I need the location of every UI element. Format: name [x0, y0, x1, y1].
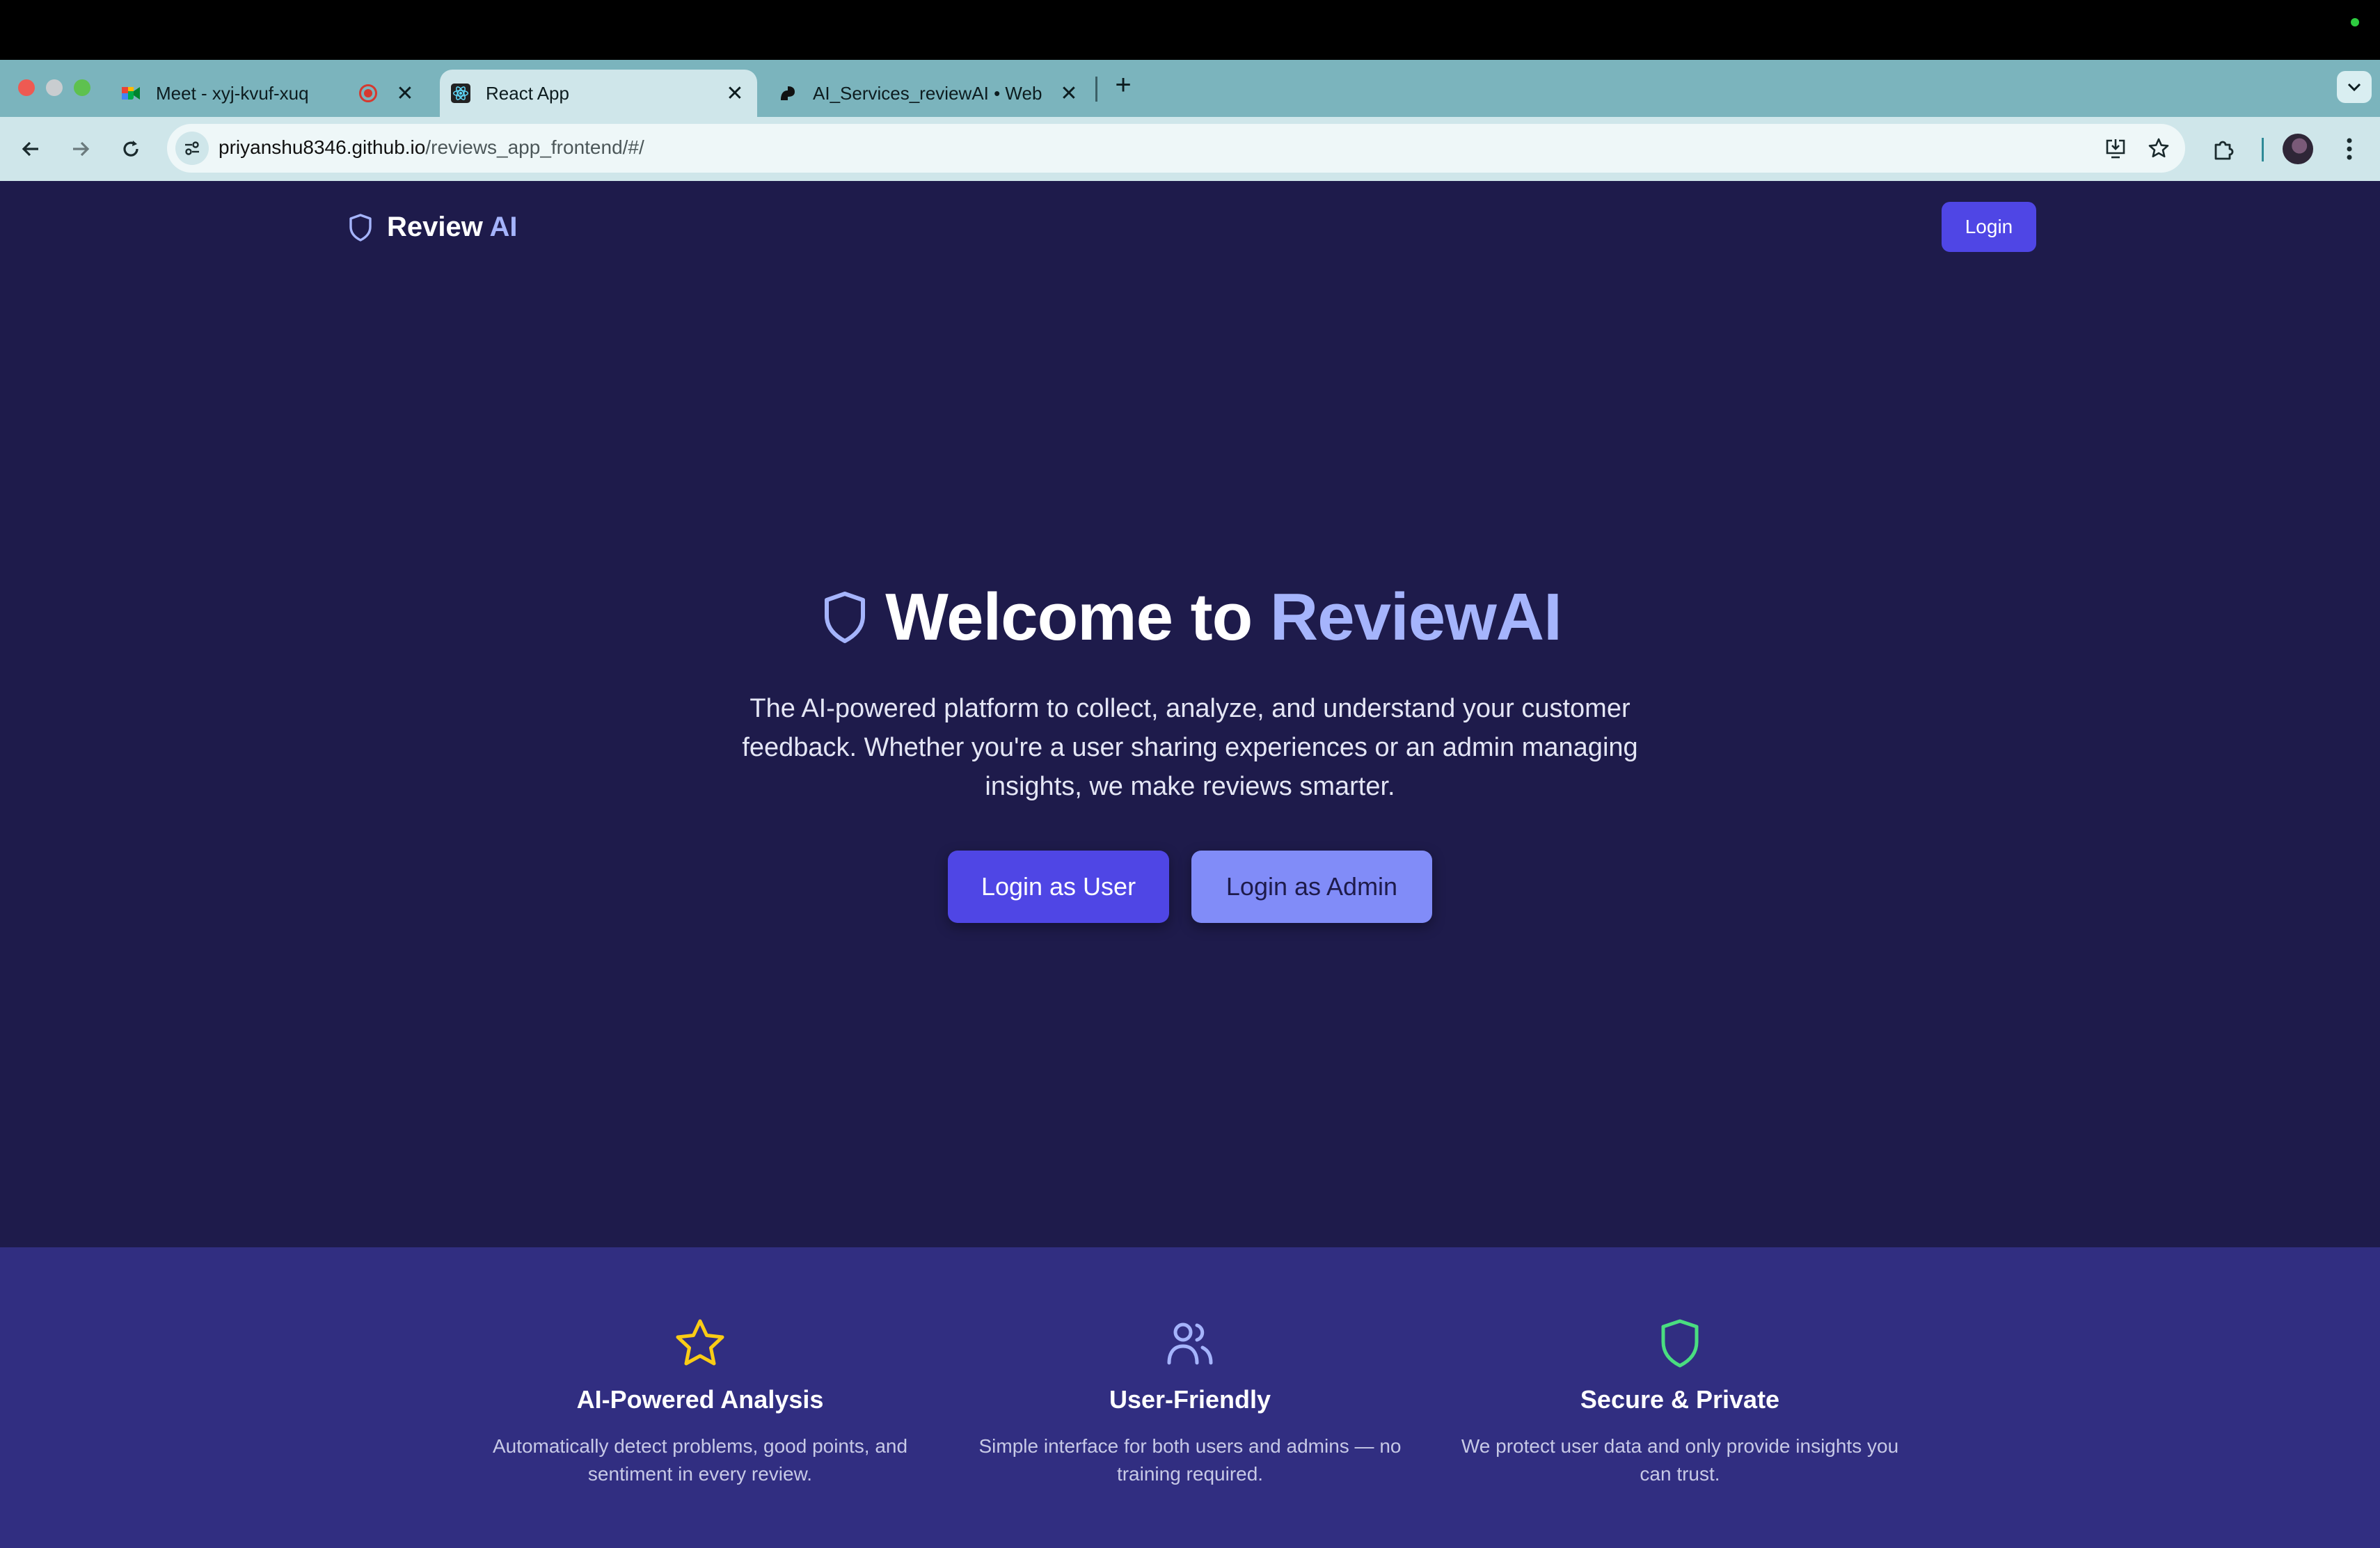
- hero-title: Welcome to ReviewAI: [0, 579, 2380, 656]
- install-app-icon[interactable]: [2103, 136, 2128, 161]
- web-page: Review AI Login Welcome to ReviewAI The …: [0, 181, 2380, 1548]
- feature-card: User-Friendly Simple interface for both …: [960, 1247, 1420, 1488]
- features-section: AI-Powered Analysis Automatically detect…: [0, 1247, 2380, 1548]
- back-icon[interactable]: [14, 132, 47, 166]
- feature-description: We protect user data and only provide in…: [1461, 1435, 1899, 1485]
- feature-description: Simple interface for both users and admi…: [978, 1435, 1402, 1485]
- browser-tab-strip: Meet - xyj-kvuf-xuq ✕ React App ✕ AI_Ser…: [0, 60, 2380, 117]
- forward-icon[interactable]: [64, 132, 97, 166]
- more-menu-icon[interactable]: [2333, 132, 2366, 166]
- tab-close-icon[interactable]: ✕: [392, 81, 418, 106]
- tab-title: Meet - xyj-kvuf-xuq: [156, 82, 309, 104]
- tab-meet[interactable]: Meet - xyj-kvuf-xuq ✕: [114, 70, 427, 117]
- feature-description: Automatically detect problems, good poin…: [492, 1435, 908, 1485]
- feature-title: Secure & Private: [1580, 1385, 1780, 1414]
- users-icon: [1167, 1322, 1213, 1365]
- feature-title: User-Friendly: [1109, 1385, 1271, 1414]
- google-meet-icon: [121, 84, 141, 103]
- hero-actions: Login as User Login as Admin: [0, 851, 2380, 923]
- profile-avatar[interactable]: [2283, 134, 2313, 164]
- site-info-icon[interactable]: [175, 132, 209, 165]
- feature-title: AI-Powered Analysis: [576, 1385, 824, 1414]
- reload-icon[interactable]: [114, 132, 148, 166]
- title-accent: ReviewAI: [1269, 580, 1562, 654]
- tab-close-icon[interactable]: ✕: [1056, 81, 1081, 106]
- window-minimize-button[interactable]: [46, 79, 63, 96]
- hero-subtitle: The AI-powered platform to collect, anal…: [742, 694, 1638, 801]
- tab-ai-services[interactable]: AI_Services_reviewAI • Web ✕: [771, 70, 1091, 117]
- hero-section: Review AI Login Welcome to ReviewAI The …: [0, 181, 2380, 1247]
- shield-icon: [825, 592, 866, 643]
- bookmark-star-icon[interactable]: [2146, 136, 2171, 161]
- brand-name-accent: AI: [489, 212, 518, 242]
- url-path: /reviews_app_frontend/#/: [425, 136, 644, 158]
- url-host: priyanshu8346.github.io: [219, 136, 426, 158]
- tab-search-button[interactable]: [2337, 71, 2372, 103]
- recording-icon: [359, 84, 377, 102]
- feature-card: AI-Powered Analysis Automatically detect…: [470, 1247, 930, 1488]
- tab-divider: [1095, 77, 1097, 102]
- shield-icon: [1661, 1319, 1699, 1368]
- extensions-icon[interactable]: [2207, 132, 2241, 166]
- login-button[interactable]: Login: [1942, 202, 2036, 252]
- page-title: Welcome to ReviewAI: [885, 579, 1562, 656]
- feature-card: Secure & Private We protect user data an…: [1450, 1247, 1910, 1488]
- login-as-admin-button[interactable]: Login as Admin: [1191, 851, 1432, 923]
- site-navbar: Review AI Login: [0, 181, 2380, 271]
- address-bar[interactable]: priyanshu8346.github.io/reviews_app_fron…: [167, 124, 2185, 173]
- brand-name-main: Review: [387, 212, 483, 242]
- camera-indicator-icon: [2351, 18, 2359, 26]
- toolbar-divider: [2262, 138, 2264, 161]
- url-text[interactable]: priyanshu8346.github.io/reviews_app_fron…: [219, 136, 644, 159]
- title-main: Welcome to: [885, 580, 1253, 654]
- tab-close-icon[interactable]: ✕: [722, 81, 747, 106]
- tab-react-app[interactable]: React App ✕: [440, 70, 757, 117]
- star-icon: [676, 1319, 724, 1366]
- brand-logo[interactable]: Review AI: [345, 212, 518, 243]
- system-bar: [0, 0, 2380, 60]
- react-icon: [451, 84, 470, 103]
- window-close-button[interactable]: [18, 79, 35, 96]
- login-as-user-button[interactable]: Login as User: [948, 851, 1169, 923]
- tab-title: React App: [486, 82, 569, 104]
- chevron-down-icon: [2347, 83, 2361, 92]
- window-maximize-button[interactable]: [74, 79, 90, 96]
- shield-icon: [349, 213, 372, 242]
- brand-name: Review AI: [387, 212, 518, 243]
- new-tab-icon[interactable]: +: [1108, 70, 1139, 100]
- browser-toolbar: priyanshu8346.github.io/reviews_app_fron…: [0, 117, 2380, 181]
- render-icon: [778, 84, 798, 103]
- tab-title: AI_Services_reviewAI • Web: [813, 82, 1042, 104]
